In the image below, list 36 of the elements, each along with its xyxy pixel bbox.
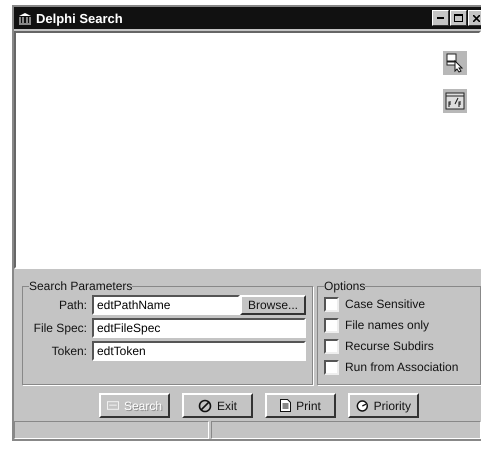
checkbox-option[interactable]: Recurse Subdirs (324, 337, 474, 355)
checkbox[interactable] (324, 318, 339, 332)
prohibited-icon (198, 398, 212, 412)
document-icon (280, 399, 292, 412)
input-field[interactable]: edtPathName (92, 295, 240, 315)
function-icon (445, 92, 465, 110)
checkbox-option[interactable]: Run from Association (324, 358, 474, 376)
field-label: File Spec: (32, 321, 87, 335)
checkbox[interactable] (324, 360, 339, 374)
close-icon (473, 14, 480, 22)
window-icon (107, 400, 119, 411)
print-button[interactable]: Print (265, 393, 336, 418)
checkbox[interactable] (324, 338, 339, 354)
checkbox[interactable] (324, 296, 339, 312)
group-title: Search Parameters (29, 279, 132, 293)
minimize-icon (437, 17, 444, 19)
gauge-icon (356, 398, 369, 412)
group-title: Options (324, 279, 366, 293)
minimize-button[interactable] (432, 10, 449, 26)
input-field[interactable]: edtFileSpec (92, 318, 306, 338)
maximize-icon (454, 14, 463, 22)
cursor-icon (446, 53, 464, 73)
checkbox-option[interactable]: File names only (324, 316, 474, 334)
input-field[interactable]: edtToken (92, 341, 306, 361)
field-label: Path: (58, 298, 87, 312)
tool-button[interactable] (443, 89, 467, 113)
tool-button[interactable] (443, 51, 467, 75)
close-button[interactable] (468, 10, 481, 26)
maximize-button[interactable] (450, 10, 467, 26)
exit-button[interactable]: Exit (182, 393, 253, 418)
browse-button[interactable]: Browse... (240, 295, 306, 315)
building-icon (18, 12, 32, 24)
priority-button[interactable]: Priority (348, 393, 419, 418)
checkbox-option[interactable]: Case Sensitive (324, 295, 474, 313)
field-label: Token: (50, 344, 87, 358)
window-title: Delphi Search (36, 10, 124, 26)
